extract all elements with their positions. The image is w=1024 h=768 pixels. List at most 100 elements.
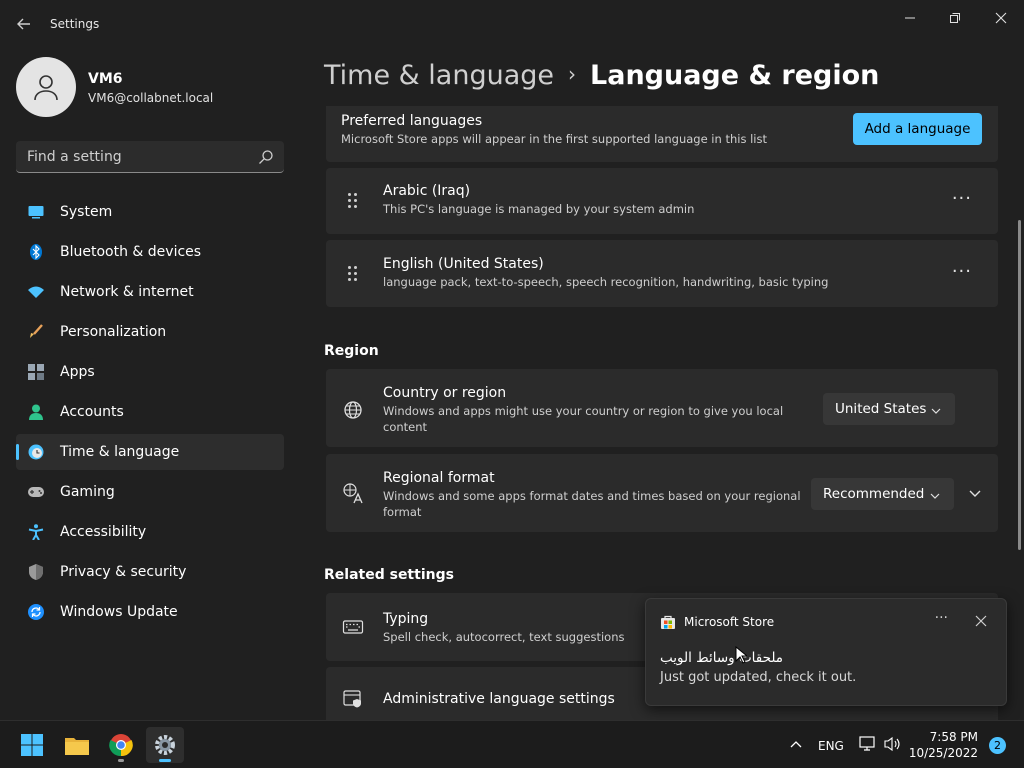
file-explorer-icon — [65, 738, 89, 755]
breadcrumb: Time & language › Language & region — [324, 60, 879, 91]
network-icon[interactable] — [859, 736, 877, 755]
breadcrumb-separator: › — [568, 62, 577, 86]
regional-format-value: Recommended — [823, 486, 925, 502]
sidebar-item-accessibility[interactable]: Accessibility — [16, 514, 284, 550]
running-indicator — [159, 759, 171, 762]
clock-globe-icon — [28, 444, 44, 460]
chevron-down-icon — [931, 404, 941, 414]
clock-date: 10/25/2022 — [908, 746, 978, 760]
toast-more-button[interactable]: ··· — [935, 610, 948, 626]
country-dropdown[interactable]: United States — [823, 393, 955, 425]
sidebar-item-label: Network & internet — [60, 284, 194, 300]
accessibility-icon — [28, 524, 44, 541]
start-button[interactable] — [13, 727, 51, 763]
sidebar-item-system[interactable]: System — [16, 194, 284, 230]
globe-icon — [342, 399, 364, 421]
search-input[interactable]: Find a setting — [16, 141, 284, 173]
scrollbar[interactable] — [1018, 220, 1021, 550]
more-options-button[interactable]: ··· — [952, 261, 972, 282]
sidebar-item-label: Accessibility — [60, 524, 147, 540]
sidebar-item-gaming[interactable]: Gaming — [16, 474, 284, 510]
sidebar-item-bluetooth[interactable]: Bluetooth & devices — [16, 234, 284, 270]
search-placeholder: Find a setting — [27, 149, 122, 165]
regional-format-title: Regional format — [383, 470, 495, 486]
microsoft-store-icon — [660, 614, 676, 630]
user-email: VM6@collabnet.local — [88, 91, 214, 105]
sidebar-item-accounts[interactable]: Accounts — [16, 394, 284, 430]
start-icon — [21, 734, 43, 756]
expand-chevron-icon[interactable] — [968, 486, 982, 500]
language-item-arabic[interactable]: Arabic (Iraq) This PC's language is mana… — [326, 168, 998, 234]
controller-icon — [28, 484, 44, 500]
running-indicator — [118, 759, 124, 762]
toast-notification[interactable]: Microsoft Store ··· ملحقات وسائط الويب J… — [645, 598, 1007, 706]
system-icon — [28, 204, 44, 220]
preferred-languages-title: Preferred languages — [341, 113, 483, 129]
breadcrumb-parent[interactable]: Time & language — [324, 60, 554, 91]
language-name: English (United States) — [383, 256, 544, 272]
admin-language-title: Administrative language settings — [383, 691, 615, 707]
more-options-button[interactable]: ··· — [952, 188, 972, 209]
wifi-icon — [28, 284, 44, 300]
typing-title: Typing — [383, 611, 429, 627]
avatar[interactable] — [16, 57, 76, 117]
sidebar-item-apps[interactable]: Apps — [16, 354, 284, 390]
regional-format-subtitle-1: Windows and some apps format dates and t… — [383, 489, 801, 503]
chrome-button[interactable] — [102, 727, 140, 763]
minimize-button[interactable] — [898, 6, 922, 30]
settings-icon — [155, 735, 175, 755]
typing-subtitle: Spell check, autocorrect, text suggestio… — [383, 630, 625, 644]
volume-icon[interactable] — [884, 736, 902, 755]
clock[interactable]: 7:58 PM 10/25/2022 — [909, 729, 978, 761]
notification-badge[interactable]: 2 — [989, 737, 1006, 754]
close-window-button[interactable] — [989, 6, 1013, 30]
sidebar-item-label: Privacy & security — [60, 564, 187, 580]
regional-format-dropdown[interactable]: Recommended — [811, 478, 954, 510]
keyboard-icon — [342, 616, 364, 638]
chevron-up-icon[interactable] — [789, 737, 803, 754]
sidebar-item-windows-update[interactable]: Windows Update — [16, 594, 284, 630]
language-item-english[interactable]: English (United States) language pack, t… — [326, 240, 998, 307]
user-name: VM6 — [88, 71, 123, 87]
sidebar-item-label: Time & language — [60, 444, 180, 460]
file-explorer-button[interactable] — [58, 727, 96, 763]
sidebar-item-label: Gaming — [60, 484, 115, 500]
regional-format-icon — [342, 482, 364, 504]
sidebar-item-label: Accounts — [60, 404, 124, 420]
preferred-languages-subtitle: Microsoft Store apps will appear in the … — [341, 132, 767, 146]
person-icon — [34, 75, 58, 101]
sidebar-item-time-language[interactable]: Time & language — [16, 434, 284, 470]
bluetooth-icon — [28, 244, 44, 260]
country-region-subtitle-2: content — [383, 420, 428, 434]
app-title: Settings — [50, 17, 100, 31]
search-icon[interactable] — [258, 149, 274, 165]
mouse-cursor-icon — [735, 645, 749, 664]
language-indicator[interactable]: ENG — [818, 739, 844, 753]
page-title: Language & region — [590, 60, 880, 91]
preferred-languages-card: Preferred languages Microsoft Store apps… — [326, 106, 998, 162]
settings-button[interactable] — [146, 727, 184, 763]
sidebar-item-label: Personalization — [60, 324, 167, 340]
close-icon[interactable] — [974, 613, 988, 627]
toast-body: Just got updated, check it out. — [660, 670, 857, 685]
sidebar-item-label: Bluetooth & devices — [60, 244, 202, 260]
sidebar-item-personalization[interactable]: Personalization — [16, 314, 284, 350]
sidebar-item-privacy[interactable]: Privacy & security — [16, 554, 284, 590]
chrome-icon — [109, 734, 133, 757]
taskbar: ENG 7:58 PM 10/25/2022 2 — [0, 720, 1024, 768]
drag-handle-icon[interactable] — [348, 193, 358, 209]
regional-format-card[interactable]: Regional format Windows and some apps fo… — [326, 454, 998, 532]
drag-handle-icon[interactable] — [348, 266, 358, 282]
sidebar-nav: System Bluetooth & devices Network & int… — [16, 194, 284, 634]
sidebar-item-label: Apps — [60, 364, 95, 380]
update-icon — [28, 604, 44, 620]
back-arrow-icon[interactable] — [14, 14, 34, 34]
title-bar: Settings — [0, 0, 1024, 48]
add-language-button[interactable]: Add a language — [853, 113, 982, 145]
brush-icon — [28, 324, 44, 340]
sidebar-item-network[interactable]: Network & internet — [16, 274, 284, 310]
language-detail: This PC's language is managed by your sy… — [383, 202, 695, 216]
admin-settings-icon — [342, 688, 364, 710]
user-profile[interactable]: VM6 VM6@collabnet.local — [16, 57, 286, 117]
restore-button[interactable] — [943, 6, 967, 30]
